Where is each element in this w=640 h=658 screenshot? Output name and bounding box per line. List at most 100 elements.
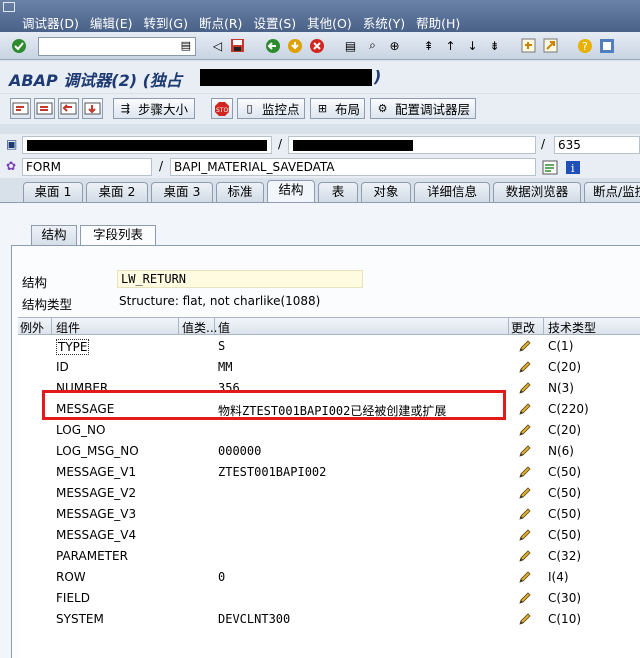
component-name[interactable]: TYPE — [56, 339, 90, 355]
menu-debugger[interactable]: 调试器(D) — [22, 13, 79, 32]
table-row[interactable]: MESSAGE_V2 C(50) — [18, 483, 640, 504]
help-icon[interactable]: ? — [576, 37, 593, 54]
header-change[interactable]: 更改 — [511, 319, 535, 336]
component-name[interactable]: PARAMETER — [56, 549, 128, 563]
execute-button[interactable] — [34, 98, 55, 119]
include-field[interactable] — [288, 136, 536, 154]
field-value[interactable]: DEVCLNT300 — [218, 612, 290, 626]
subtab-structure[interactable]: 结构 — [31, 225, 77, 245]
command-field[interactable]: ▤ — [38, 37, 196, 56]
single-step-button[interactable] — [10, 98, 31, 119]
edit-pencil-icon[interactable] — [518, 360, 532, 374]
header-tech-type[interactable]: 技术类型 — [548, 319, 596, 336]
watchpoint-button[interactable]: ▯ 监控点 — [237, 98, 305, 119]
tab-data-browser[interactable]: 数据浏览器 — [493, 182, 581, 202]
back-icon[interactable] — [264, 37, 281, 54]
menu-goto[interactable]: 转到(G) — [144, 13, 188, 32]
stop-button[interactable]: STOP — [211, 98, 233, 119]
tab-details[interactable]: 详细信息 — [414, 182, 490, 202]
header-component[interactable]: 组件 — [56, 319, 80, 336]
component-name[interactable]: SYSTEM — [56, 612, 104, 626]
config-layer-button[interactable]: ⚙ 配置调试器层 — [370, 98, 476, 119]
table-row[interactable]: LOG_NO C(20) — [18, 420, 640, 441]
edit-pencil-icon[interactable] — [518, 423, 532, 437]
edit-pencil-icon[interactable] — [518, 612, 532, 626]
shortcut-icon[interactable] — [542, 37, 559, 54]
component-name[interactable]: ROW — [56, 570, 86, 584]
component-name[interactable]: MESSAGE_V4 — [56, 528, 136, 542]
table-row[interactable]: FIELD C(30) — [18, 588, 640, 609]
event-type-field[interactable]: FORM — [22, 158, 152, 176]
edit-pencil-icon[interactable] — [518, 486, 532, 500]
menu-help[interactable]: 帮助(H) — [416, 13, 460, 32]
tab-breakpoints[interactable]: 断点/监控 — [584, 182, 640, 202]
event-name-field[interactable]: BAPI_MATERIAL_SAVEDATA — [170, 158, 536, 176]
header-exception[interactable]: 例外 — [20, 319, 44, 336]
field-value[interactable]: MM — [218, 360, 232, 374]
subtab-field-list[interactable]: 字段列表 — [80, 225, 156, 245]
continue-button[interactable] — [82, 98, 103, 119]
tab-desktop-3[interactable]: 桌面 3 — [151, 182, 213, 202]
next-page-icon[interactable]: ↓ — [464, 37, 481, 54]
print-icon[interactable]: ▤ — [342, 37, 359, 54]
menu-settings[interactable]: 设置(S) — [253, 13, 296, 32]
previous-page-icon[interactable]: ↑ — [442, 37, 459, 54]
component-name[interactable]: MESSAGE_V1 — [56, 465, 136, 479]
edit-pencil-icon[interactable] — [518, 339, 532, 353]
exit-icon[interactable] — [286, 37, 303, 54]
field-value[interactable]: S — [218, 339, 225, 353]
component-name[interactable]: FIELD — [56, 591, 90, 605]
menu-system[interactable]: 系统(Y) — [363, 13, 405, 32]
component-name[interactable]: LOG_NO — [56, 423, 105, 437]
edit-pencil-icon[interactable] — [518, 591, 532, 605]
table-row[interactable]: SYSTEM DEVCLNT300 C(10) — [18, 609, 640, 630]
tab-table[interactable]: 表 — [318, 182, 358, 202]
step-size-button[interactable]: ⇶ 步骤大小 — [113, 98, 195, 119]
component-name[interactable]: MESSAGE_V3 — [56, 507, 136, 521]
find-next-icon[interactable]: ⊕ — [386, 37, 403, 54]
table-row[interactable]: LOG_MSG_NO 000000 N(6) — [18, 441, 640, 462]
table-row[interactable]: ID MM C(20) — [18, 357, 640, 378]
enter-icon[interactable] — [10, 37, 27, 54]
table-row[interactable]: ROW 0 I(4) — [18, 567, 640, 588]
edit-pencil-icon[interactable] — [518, 549, 532, 563]
create-session-icon[interactable] — [520, 37, 537, 54]
tab-desktop-2[interactable]: 桌面 2 — [86, 182, 148, 202]
edit-pencil-icon[interactable] — [518, 381, 532, 395]
edit-pencil-icon[interactable] — [518, 444, 532, 458]
field-value[interactable]: 000000 — [218, 444, 261, 458]
command-history-icon[interactable]: ▤ — [181, 39, 191, 52]
structure-name-input[interactable]: LW_RETURN — [117, 270, 363, 288]
edit-pencil-icon[interactable] — [518, 570, 532, 584]
header-value-type[interactable]: 值类... — [182, 319, 217, 336]
system-menu-icon[interactable] — [3, 2, 15, 12]
edit-pencil-icon[interactable] — [518, 528, 532, 542]
scroll-left-icon[interactable]: ◁ — [209, 37, 226, 54]
edit-pencil-icon[interactable] — [518, 402, 532, 416]
tab-standard[interactable]: 标准 — [216, 182, 264, 202]
return-button[interactable] — [58, 98, 79, 119]
save-icon[interactable] — [229, 37, 246, 54]
menu-other[interactable]: 其他(O) — [307, 13, 352, 32]
cancel-icon[interactable] — [308, 37, 325, 54]
customize-layout-icon[interactable] — [598, 37, 615, 54]
edit-pencil-icon[interactable] — [518, 465, 532, 479]
table-row[interactable]: PARAMETER C(32) — [18, 546, 640, 567]
header-value[interactable]: 值 — [218, 319, 230, 336]
source-display-icon[interactable] — [541, 159, 558, 176]
tab-objects[interactable]: 对象 — [361, 182, 411, 202]
tab-desktop-1[interactable]: 桌面 1 — [23, 182, 83, 202]
info-icon[interactable]: i — [564, 159, 581, 176]
menu-breakpoints[interactable]: 断点(R) — [199, 13, 242, 32]
first-page-icon[interactable]: ⇞ — [420, 37, 437, 54]
edit-pencil-icon[interactable] — [518, 507, 532, 521]
tab-structure[interactable]: 结构 — [267, 180, 315, 202]
table-row[interactable]: MESSAGE_V1 ZTEST001BAPI002 C(50) — [18, 462, 640, 483]
component-name[interactable]: MESSAGE_V2 — [56, 486, 136, 500]
field-value[interactable]: 0 — [218, 570, 225, 584]
last-page-icon[interactable]: ⇟ — [486, 37, 503, 54]
component-name[interactable]: ID — [56, 360, 69, 374]
table-row[interactable]: MESSAGE_V4 C(50) — [18, 525, 640, 546]
table-row[interactable]: TYPE S C(1) — [18, 336, 640, 357]
find-icon[interactable]: ⌕ — [364, 37, 381, 54]
